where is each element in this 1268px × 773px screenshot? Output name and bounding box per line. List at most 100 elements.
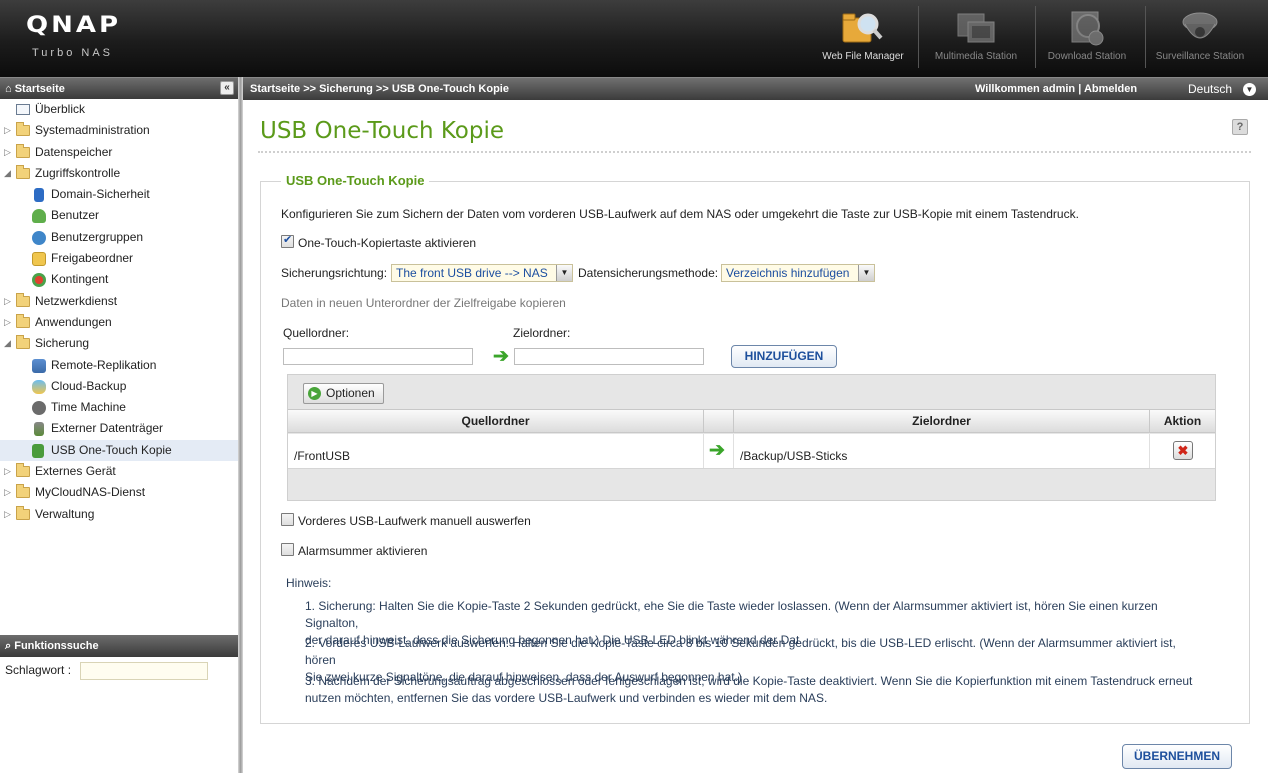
cell-arrow: ➔ <box>704 434 734 468</box>
folder-icon <box>16 313 30 328</box>
expand-icon[interactable]: ▷ <box>4 312 14 333</box>
sidebar-item-datenspeicher[interactable]: ▷ Datenspeicher <box>0 142 238 163</box>
apply-button[interactable]: ÜBERNEHMEN <box>1122 744 1232 769</box>
search-row: Schlagwort : <box>0 657 238 683</box>
sidebar-item-remote-replikation[interactable]: Remote-Replikation <box>0 355 238 376</box>
sidebar-item-label: Freigabeordner <box>51 251 134 266</box>
source-folder-input[interactable] <box>283 348 473 365</box>
search-icon: ⌕ <box>5 640 12 652</box>
sidebar-header[interactable]: ⌂ Startseite « <box>0 77 238 99</box>
welcome-area: Willkommen admin | Abmelden <box>975 78 1137 101</box>
chevron-down-icon: ▼ <box>556 265 572 281</box>
delete-icon[interactable]: ✖ <box>1173 441 1193 460</box>
sidebar-item-label: Externer Datenträger <box>51 421 164 436</box>
expand-icon[interactable]: ▷ <box>4 504 14 525</box>
app-label: Download Station <box>1047 51 1127 62</box>
sidebar-item-label: Cloud-Backup <box>51 378 127 393</box>
app-label: Multimedia Station <box>934 51 1018 62</box>
app-multimedia-station[interactable]: Multimedia Station <box>928 0 1024 77</box>
help-icon[interactable]: ? <box>1232 119 1248 135</box>
sidebar-item-benutzergruppen[interactable]: Benutzergruppen <box>0 227 238 248</box>
qnap-logo: QNAP <box>26 12 122 38</box>
chevron-down-icon[interactable]: ▼ <box>1243 83 1256 96</box>
user-group-icon <box>32 230 46 245</box>
expand-icon[interactable]: ▷ <box>4 291 14 312</box>
sidebar-item-systemadministration[interactable]: ▷ Systemadministration <box>0 120 238 141</box>
column-header-source[interactable]: Quellordner <box>288 410 704 433</box>
arrow-right-icon: ➔ <box>709 440 725 461</box>
sidebar-item-sicherung[interactable]: ◢ Sicherung <box>0 333 238 354</box>
app-surveillance-station[interactable]: Surveillance Station <box>1150 0 1250 77</box>
sidebar-item-externes-geraet[interactable]: ▷ Externes Gerät <box>0 461 238 482</box>
column-header-target[interactable]: Zielordner <box>734 410 1150 433</box>
sidebar-item-label: Benutzer <box>51 208 100 223</box>
note-item: 3. Nachdem der Sicherungsauftrag abgesch… <box>305 673 1205 707</box>
sidebar-item-label: Datenspeicher <box>35 144 113 159</box>
sidebar-item-mycloudnas-dienst[interactable]: ▷ MyCloudNAS-Dienst <box>0 482 238 503</box>
sidebar-item-freigabeordner[interactable]: Freigabeordner <box>0 248 238 269</box>
options-button[interactable]: ▶ Optionen <box>303 383 384 404</box>
collapse-icon[interactable]: ◢ <box>4 333 14 354</box>
sidebar-item-label: Time Machine <box>51 400 126 415</box>
eject-checkbox[interactable] <box>281 513 294 526</box>
collapse-sidebar-button[interactable]: « <box>220 81 234 95</box>
folder-icon <box>16 484 30 499</box>
chevron-down-icon: ▼ <box>858 265 874 281</box>
sidebar-item-anwendungen[interactable]: ▷ Anwendungen <box>0 312 238 333</box>
sidebar-item-verwaltung[interactable]: ▷ Verwaltung <box>0 504 238 525</box>
expand-icon[interactable]: ▷ <box>4 482 14 503</box>
user-icon <box>32 209 46 224</box>
expand-icon[interactable]: ▷ <box>4 461 14 482</box>
language-select[interactable]: Deutsch <box>1188 78 1232 101</box>
sidebar-item-label: USB One-Touch Kopie <box>51 442 172 457</box>
replication-icon <box>32 358 46 373</box>
separator <box>1035 6 1036 68</box>
sidebar-item-externer-datentraeger[interactable]: Externer Datenträger <box>0 418 238 439</box>
globe-download-icon <box>1071 11 1104 46</box>
buzzer-label: Alarmsummer aktivieren <box>298 544 428 558</box>
cell-target: /Backup/USB-Sticks <box>734 434 1150 468</box>
sidebar-item-zugriffskontrolle[interactable]: ◢ Zugriffskontrolle <box>0 163 238 184</box>
expand-icon[interactable]: ▷ <box>4 142 14 163</box>
sidebar-item-benutzer[interactable]: Benutzer <box>0 205 238 226</box>
app-web-file-manager[interactable]: Web File Manager <box>818 0 908 77</box>
sidebar-item-label: Überblick <box>35 102 86 116</box>
sidebar-item-time-machine[interactable]: Time Machine <box>0 397 238 418</box>
note-line: 2. Vorderes USB-Laufwerk auswerfen: Halt… <box>305 636 1176 667</box>
page-title: USB One-Touch Kopie <box>260 118 505 144</box>
buzzer-checkbox[interactable] <box>281 543 294 556</box>
logout-link[interactable]: Abmelden <box>1084 83 1137 95</box>
function-search-panel: ⌕ Funktionssuche Schlagwort : <box>0 635 238 683</box>
separator: | <box>1078 83 1082 95</box>
expand-icon[interactable]: ▷ <box>4 120 14 141</box>
app-download-station[interactable]: Download Station <box>1040 0 1134 77</box>
note-line: nutzen möchten, entfernen Sie das vorder… <box>305 691 828 705</box>
subfolder-option-text: Daten in neuen Unterordner der Zielfreig… <box>281 296 566 310</box>
target-folder-input[interactable] <box>514 348 704 365</box>
sidebar-item-usb-one-touch-kopie[interactable]: USB One-Touch Kopie <box>0 439 238 462</box>
direction-select[interactable]: The front USB drive --> NAS ▼ <box>391 264 573 282</box>
sidebar-title: Startseite <box>14 83 65 95</box>
usb-copy-section: USB One-Touch Kopie Konfigurieren Sie zu… <box>260 173 1250 724</box>
sidebar-item-label: Kontingent <box>51 272 109 287</box>
sidebar-item-netzwerkdienst[interactable]: ▷ Netzwerkdienst <box>0 291 238 312</box>
sidebar-item-cloud-backup[interactable]: Cloud-Backup <box>0 376 238 397</box>
note-line: 3. Nachdem der Sicherungsauftrag abgesch… <box>305 674 1193 688</box>
method-select[interactable]: Verzeichnis hinzufügen ▼ <box>721 264 875 282</box>
sidebar-item-kontingent[interactable]: Kontingent <box>0 269 238 290</box>
table-header: Quellordner Zielordner Aktion <box>288 409 1215 433</box>
sidebar-item-label: Systemadministration <box>35 123 150 138</box>
sidebar-item-ueberblick[interactable]: Überblick <box>0 99 238 120</box>
collapse-icon[interactable]: ◢ <box>4 163 14 184</box>
breadcrumb-bar: Startseite >> Sicherung >> USB One-Touch… <box>243 77 1268 100</box>
sidebar-item-label: Netzwerkdienst <box>35 293 118 308</box>
method-value: Verzeichnis hinzufügen <box>726 266 850 280</box>
quota-icon <box>32 273 46 288</box>
book-icon <box>34 188 44 203</box>
enable-one-touch-checkbox[interactable] <box>281 233 294 248</box>
keyword-input[interactable] <box>80 662 208 680</box>
table-row[interactable]: /FrontUSB ➔ /Backup/USB-Sticks ✖ <box>288 434 1215 469</box>
note-line: 1. Sicherung: Halten Sie die Kopie-Taste… <box>305 599 1158 630</box>
sidebar-item-domain-sicherheit[interactable]: Domain-Sicherheit <box>0 184 238 205</box>
add-button[interactable]: HINZUFÜGEN <box>731 345 837 368</box>
